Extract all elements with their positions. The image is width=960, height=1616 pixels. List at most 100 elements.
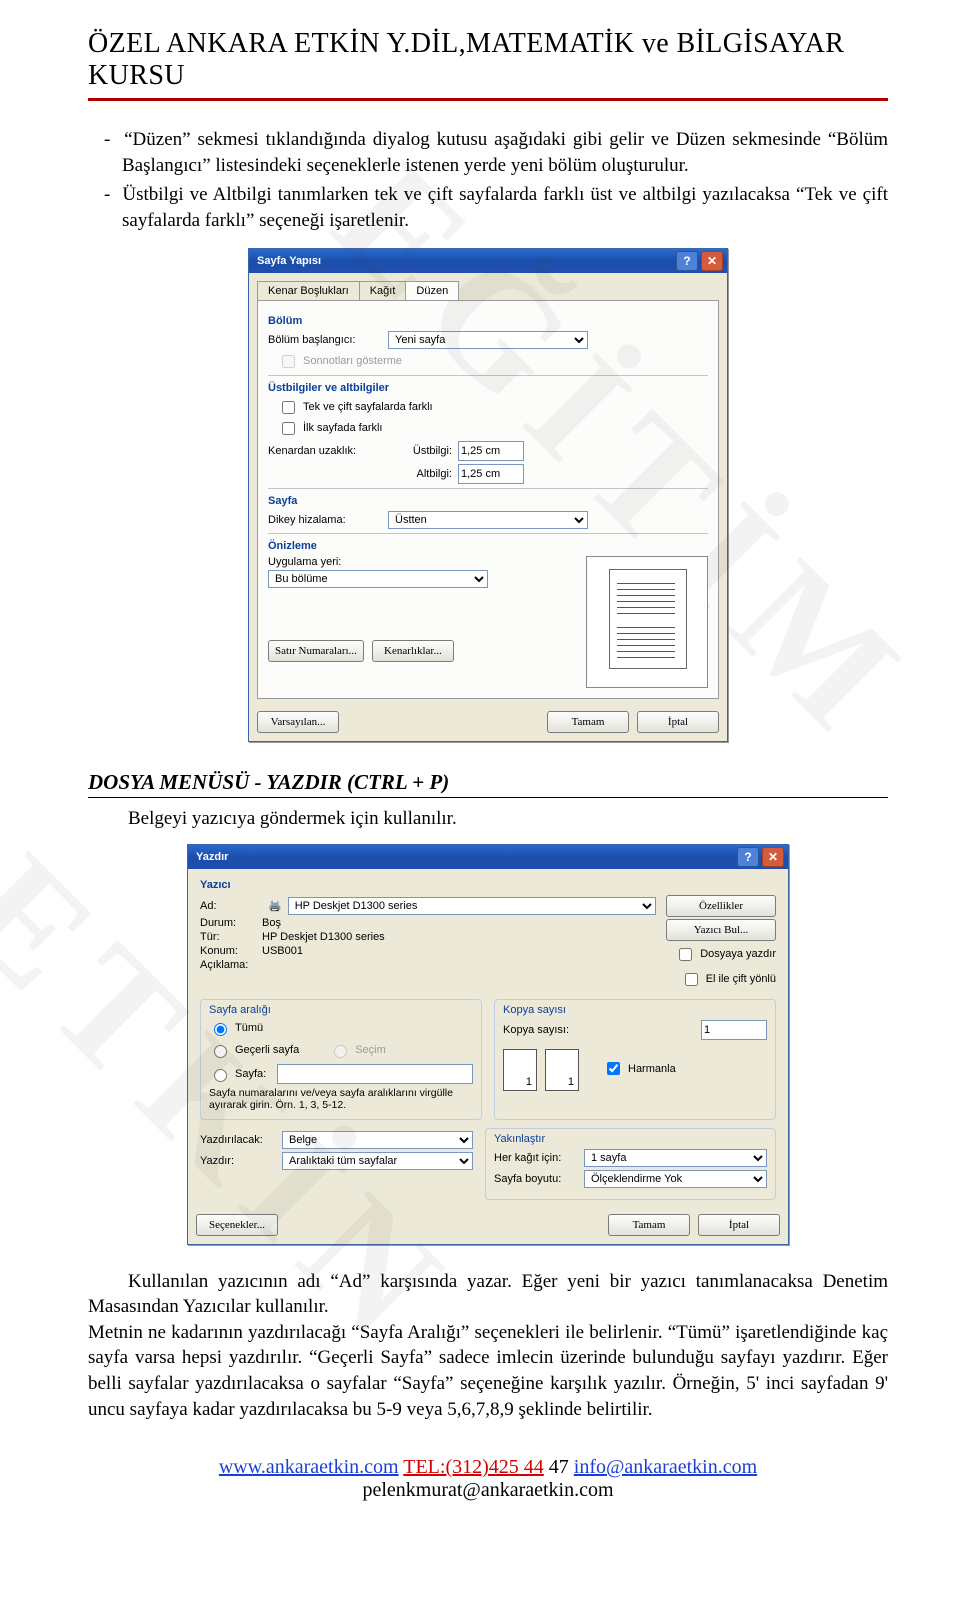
ozellikler-button[interactable]: Özellikler	[666, 895, 776, 917]
dialog-body: Bölüm Bölüm başlangıcı: Yeni sayfa Sonno…	[257, 300, 719, 699]
value: Boş	[262, 917, 281, 929]
footer: www.ankaraetkin.com TEL:(312)425 44 47 i…	[88, 1456, 888, 1502]
radio-secim: Seçim	[329, 1042, 386, 1058]
bullet-item: - Üstbilgi ve Altbilgi tanımlarken tek v…	[88, 182, 888, 233]
yakinlastir-group: Yakınlaştır Her kağıt için: 1 sayfa Sayf…	[485, 1128, 776, 1200]
separator	[268, 375, 708, 376]
sayfa-input[interactable]	[277, 1064, 473, 1084]
label: Açıklama:	[200, 959, 262, 971]
close-icon[interactable]: ✕	[701, 251, 723, 271]
group-title: Kopya sayısı	[503, 1004, 767, 1016]
titlebar[interactable]: Sayfa Yapısı ? ✕	[249, 249, 727, 273]
help-icon[interactable]: ?	[676, 251, 698, 271]
section-desc: Belgeyi yazıcıya göndermek için kullanıl…	[128, 808, 888, 830]
el-ile-cift-checkbox[interactable]: El ile çift yönlü	[681, 970, 776, 989]
yazdir-select[interactable]: Aralıktaki tüm sayfalar	[282, 1152, 473, 1170]
radio-gecerli[interactable]: Geçerli sayfa	[209, 1042, 299, 1058]
label: Dikey hizalama:	[268, 514, 388, 526]
tab-duzen[interactable]: Düzen	[405, 281, 459, 300]
close-icon[interactable]: ✕	[762, 847, 784, 867]
group-title: Bölüm	[268, 315, 708, 327]
radio-tumu[interactable]: Tümü	[209, 1020, 473, 1036]
dosyaya-yazdir-checkbox[interactable]: Dosyaya yazdır	[675, 945, 776, 964]
iptal-button[interactable]: İptal	[637, 711, 719, 733]
kopya-spinner[interactable]	[701, 1020, 767, 1040]
label: Sayfa boyutu:	[494, 1173, 584, 1185]
page: ÖZEL ANKARA ETKİN Y.DİL,MATEMATİK ve BİL…	[0, 0, 960, 1542]
group-title: Sayfa	[268, 495, 708, 507]
kenarliklar-button[interactable]: Kenarlıklar...	[372, 640, 454, 662]
titlebar[interactable]: Yazdır ? ✕	[188, 845, 788, 869]
group-title: Yakınlaştır	[494, 1133, 767, 1145]
ilk-sayfa-checkbox[interactable]: İlk sayfada farklı	[278, 419, 708, 438]
header-rule	[88, 98, 888, 101]
intro-text: - “Düzen” sekmesi tıklandığında diyalog …	[88, 127, 888, 234]
group-title: Önizleme	[268, 540, 708, 552]
label: Konum:	[200, 945, 262, 957]
group-title: Yazıcı	[200, 879, 776, 891]
yazici-ad-select[interactable]: HP Deskjet D1300 series	[288, 897, 656, 915]
bolum-baslangici-select[interactable]: Yeni sayfa	[388, 331, 588, 349]
dialog-title: Yazdır	[196, 851, 228, 863]
sonnotlari-checkbox: Sonnotları gösterme	[278, 352, 708, 371]
yazici-bul-button[interactable]: Yazıcı Bul...	[666, 919, 776, 941]
tamam-button[interactable]: Tamam	[547, 711, 629, 733]
value: USB001	[262, 945, 303, 957]
tab-kagit[interactable]: Kağıt	[359, 281, 407, 300]
preview-pane	[586, 556, 708, 688]
label: Altbilgi:	[388, 468, 458, 480]
harmanla-checkbox[interactable]: Harmanla	[603, 1059, 676, 1078]
separator	[268, 533, 708, 534]
section-heading: DOSYA MENÜSÜ - YAZDIR (CTRL + P)	[88, 770, 888, 798]
group-title: Sayfa aralığı	[209, 1004, 473, 1016]
sayfa-boyutu-select[interactable]: Ölçeklendirme Yok	[584, 1170, 767, 1188]
value: HP Deskjet D1300 series	[262, 931, 385, 943]
label: Yazdırılacak:	[200, 1134, 282, 1146]
sayfa-araligi-group: Sayfa aralığı Tümü Geçerli sayfa Seçim S…	[200, 999, 482, 1120]
footer-tel-link[interactable]: TEL:(312)425 44	[403, 1456, 544, 1478]
satir-numaralari-button[interactable]: Satır Numaraları...	[268, 640, 364, 662]
printer-icon: 🖨️	[268, 899, 282, 912]
radio-sayfa[interactable]: Sayfa:	[209, 1064, 473, 1084]
tabstrip: Kenar Boşlukları Kağıt Düzen	[249, 273, 727, 300]
yazdirilacak-select[interactable]: Belge	[282, 1131, 473, 1149]
dialog-buttons: Seçenekler... Tamam İptal	[188, 1210, 788, 1244]
dialog-body: Yazıcı Ad: 🖨️ HP Deskjet D1300 series Du…	[188, 869, 788, 1210]
footer-site-link[interactable]: www.ankaraetkin.com	[219, 1456, 399, 1478]
outro-text: Kullanılan yazıcının adı “Ad” karşısında…	[88, 1269, 888, 1423]
varsayilan-button[interactable]: Varsayılan...	[257, 711, 339, 733]
collate-preview-icon: 1 1	[503, 1049, 579, 1091]
label: Uygulama yeri:	[268, 556, 576, 568]
help-icon[interactable]: ?	[737, 847, 759, 867]
label: Durum:	[200, 917, 262, 929]
label: Üstbilgi:	[388, 445, 458, 457]
altbilgi-spinner[interactable]	[458, 464, 524, 484]
dialog-buttons: Varsayılan... Tamam İptal	[249, 707, 727, 741]
separator	[268, 488, 708, 489]
label: Kenardan uzaklık:	[268, 445, 388, 457]
group-title: Üstbilgiler ve altbilgiler	[268, 382, 708, 394]
tab-kenar-bosluklari[interactable]: Kenar Boşlukları	[257, 281, 360, 300]
tamam-button[interactable]: Tamam	[608, 1214, 690, 1236]
ustbilgi-spinner[interactable]	[458, 441, 524, 461]
label: Tür:	[200, 931, 262, 943]
label: Bölüm başlangıcı:	[268, 334, 388, 346]
iptal-button[interactable]: İptal	[698, 1214, 780, 1236]
label: Kopya sayısı:	[503, 1024, 701, 1036]
secenekler-button[interactable]: Seçenekler...	[196, 1214, 278, 1236]
dialog-yazdir: Yazdır ? ✕ Yazıcı Ad: 🖨️ HP Deskjet D130…	[187, 844, 789, 1245]
footer-mail2: pelenkmurat@ankaraetkin.com	[362, 1479, 613, 1501]
uygulama-yeri-select[interactable]: Bu bölüme	[268, 570, 488, 588]
hint-text: Sayfa numaralarını ve/veya sayfa aralıkl…	[209, 1087, 473, 1111]
bullet-item: - “Düzen” sekmesi tıklandığında diyalog …	[88, 127, 888, 178]
footer-mail1-link[interactable]: info@ankaraetkin.com	[574, 1456, 757, 1478]
dikey-hizalama-select[interactable]: Üstten	[388, 511, 588, 529]
dialog-title: Sayfa Yapısı	[257, 255, 321, 267]
kopya-sayisi-group: Kopya sayısı Kopya sayısı: 1 1 Harmanla	[494, 999, 776, 1120]
label: Her kağıt için:	[494, 1152, 584, 1164]
label: Ad:	[200, 900, 262, 912]
page-title: ÖZEL ANKARA ETKİN Y.DİL,MATEMATİK ve BİL…	[88, 28, 888, 92]
dialog-sayfa-yapisi: Sayfa Yapısı ? ✕ Kenar Boşlukları Kağıt …	[248, 248, 728, 742]
her-kagit-select[interactable]: 1 sayfa	[584, 1149, 767, 1167]
tek-cift-checkbox[interactable]: Tek ve çift sayfalarda farklı	[278, 398, 708, 417]
